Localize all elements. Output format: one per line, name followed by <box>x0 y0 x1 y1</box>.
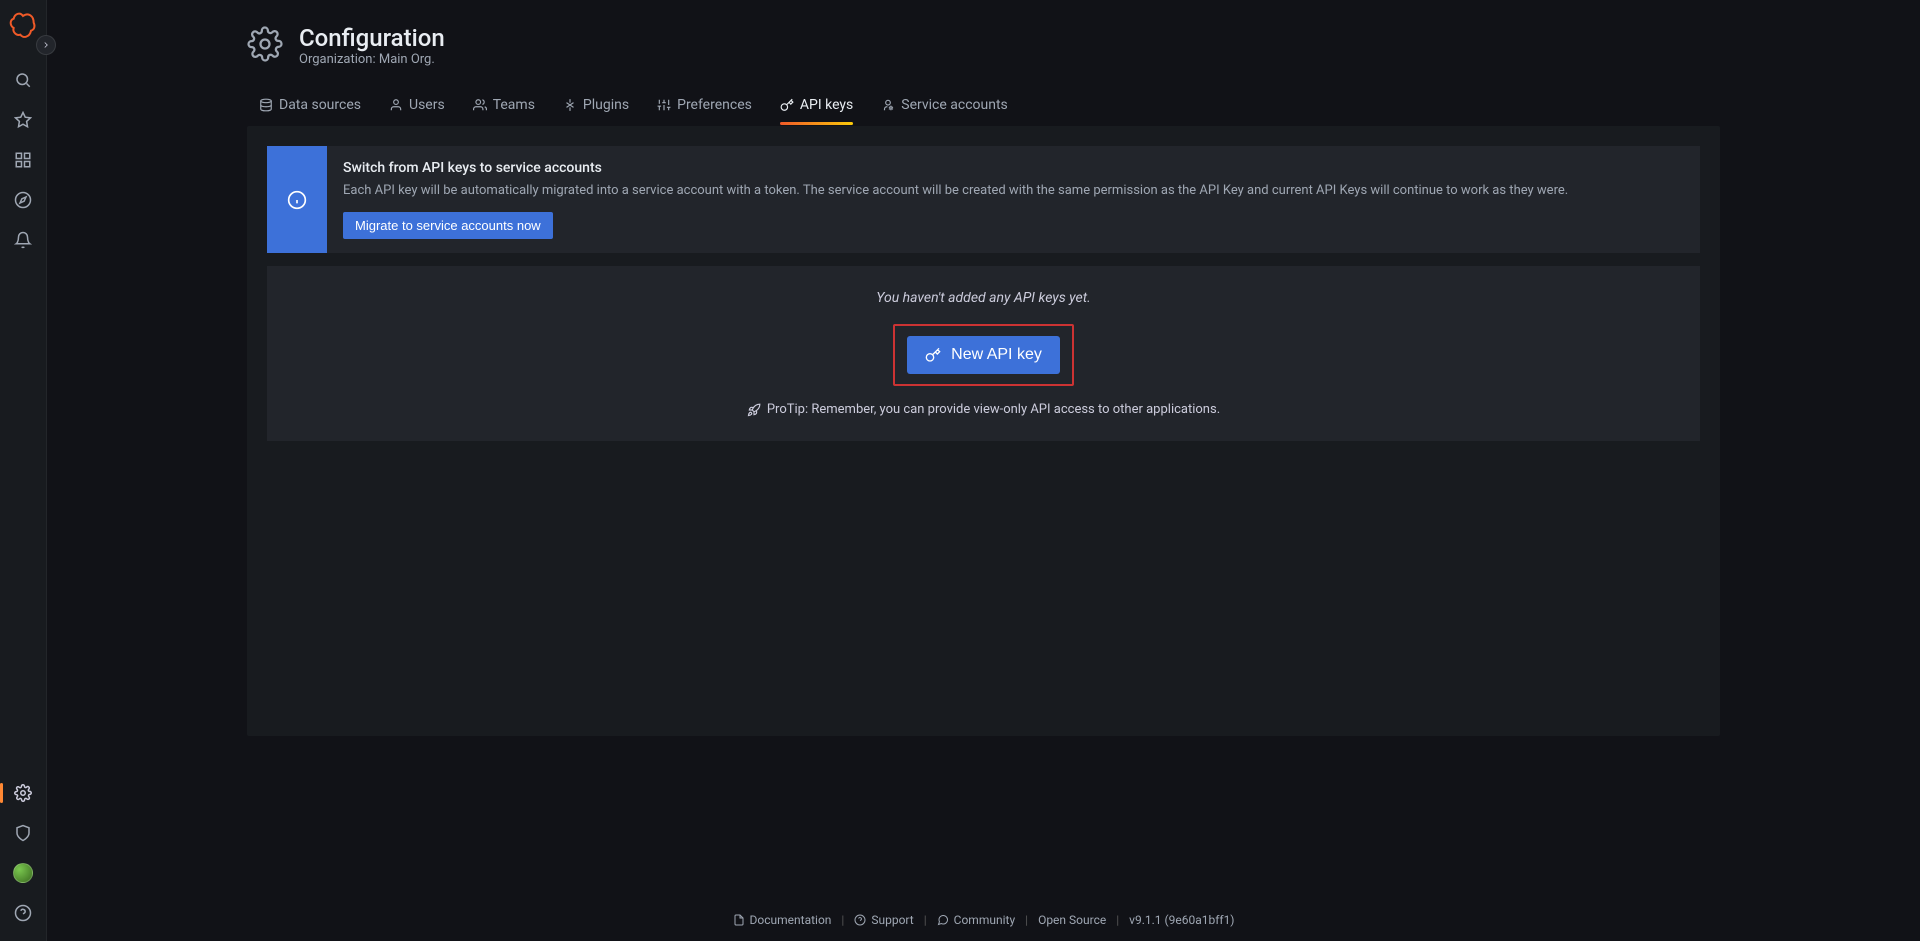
footer-label: Documentation <box>750 913 832 927</box>
sidebar-user[interactable] <box>0 857 47 889</box>
footer-version: v9.1.1 (9e60a1bff1) <box>1129 913 1234 927</box>
page-title: Configuration <box>299 24 445 52</box>
sidebar-help[interactable] <box>0 897 47 929</box>
tab-data-sources[interactable]: Data sources <box>259 87 361 125</box>
tab-users[interactable]: Users <box>389 87 445 125</box>
rocket-icon <box>747 403 761 417</box>
tab-label: Service accounts <box>901 97 1008 113</box>
empty-state: You haven't added any API keys yet. New … <box>267 266 1700 441</box>
banner-text: Each API key will be automatically migra… <box>343 182 1684 200</box>
info-banner: Switch from API keys to service accounts… <box>267 146 1700 253</box>
key-icon <box>925 347 941 363</box>
button-label: New API key <box>951 346 1042 364</box>
sidebar-expand-toggle[interactable] <box>36 35 56 55</box>
grafana-logo[interactable] <box>7 8 39 40</box>
tab-plugins[interactable]: Plugins <box>563 87 629 125</box>
footer-support[interactable]: Support <box>854 913 913 927</box>
protip-text: ProTip: Remember, you can provide view-o… <box>767 402 1220 417</box>
footer: Documentation | Support | Community | Op… <box>247 895 1720 941</box>
sidebar-dashboards[interactable] <box>0 144 47 176</box>
tab-teams[interactable]: Teams <box>473 87 535 125</box>
sidebar <box>0 0 47 941</box>
tab-label: Plugins <box>583 97 629 113</box>
gear-icon <box>247 26 283 66</box>
sidebar-starred[interactable] <box>0 104 47 136</box>
avatar <box>13 863 33 883</box>
tab-label: Users <box>409 97 445 113</box>
migrate-button[interactable]: Migrate to service accounts now <box>343 212 553 239</box>
footer-label: Open Source <box>1038 913 1106 927</box>
footer-label: v9.1.1 (9e60a1bff1) <box>1129 913 1234 927</box>
sidebar-search[interactable] <box>0 64 47 96</box>
tab-api-keys[interactable]: API keys <box>780 87 853 125</box>
tab-label: Teams <box>493 97 535 113</box>
footer-community[interactable]: Community <box>937 913 1015 927</box>
empty-message: You haven't added any API keys yet. <box>291 290 1676 306</box>
sidebar-admin[interactable] <box>0 817 47 849</box>
page-header: Configuration Organization: Main Org. <box>247 24 1720 67</box>
protip: ProTip: Remember, you can provide view-o… <box>291 402 1676 417</box>
tab-preferences[interactable]: Preferences <box>657 87 752 125</box>
footer-documentation[interactable]: Documentation <box>733 913 832 927</box>
sidebar-explore[interactable] <box>0 184 47 216</box>
sidebar-configuration[interactable] <box>0 777 47 809</box>
tab-service-accounts[interactable]: Service accounts <box>881 87 1008 125</box>
content: Switch from API keys to service accounts… <box>247 126 1720 736</box>
footer-open-source[interactable]: Open Source <box>1038 913 1106 927</box>
tab-label: Data sources <box>279 97 361 113</box>
main: Configuration Organization: Main Org. Da… <box>47 0 1920 941</box>
sidebar-alerting[interactable] <box>0 224 47 256</box>
tabs: Data sources Users Teams Plugins Prefere… <box>247 87 1720 126</box>
highlight-box: New API key <box>893 324 1074 386</box>
page-subtitle: Organization: Main Org. <box>299 52 445 67</box>
tab-label: Preferences <box>677 97 752 113</box>
footer-label: Community <box>954 913 1015 927</box>
new-api-key-button[interactable]: New API key <box>907 336 1060 374</box>
footer-label: Support <box>871 913 913 927</box>
info-icon <box>267 146 327 253</box>
tab-label: API keys <box>800 97 853 113</box>
banner-title: Switch from API keys to service accounts <box>343 160 1684 176</box>
